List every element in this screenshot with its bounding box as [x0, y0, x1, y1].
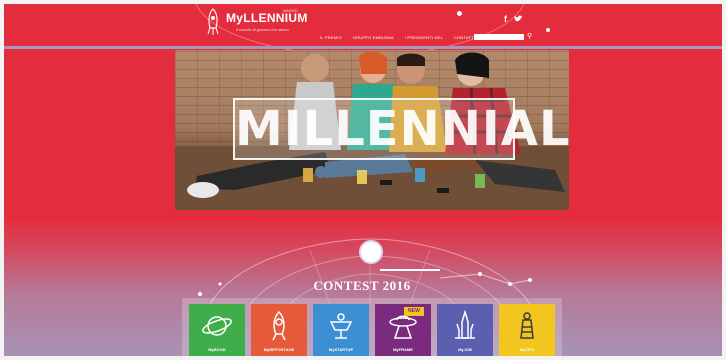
- logo-text[interactable]: MyLLENNIUM: [226, 11, 308, 25]
- contest-tile-mycity[interactable]: MyCITY: [499, 304, 555, 356]
- hero-banner: MILLENNIALS: [175, 50, 569, 210]
- site-header: MyLLENNIUM AWARD Il mondo di giovani che…: [4, 4, 722, 56]
- tile-label: MyREPORTAGE: [263, 347, 295, 352]
- facebook-icon[interactable]: f: [504, 14, 507, 24]
- contest-tile-myjob[interactable]: MyJOB: [437, 304, 493, 356]
- hero-title: MILLENNIALS: [233, 98, 569, 160]
- globe-icon: [359, 240, 383, 264]
- castle-icon: [455, 310, 475, 339]
- logo-tag: AWARD: [283, 8, 298, 13]
- tile-label: MyJOB: [458, 347, 472, 352]
- nav-item-contatti[interactable]: CONTATTI: [454, 35, 475, 40]
- twitter-icon[interactable]: [514, 15, 523, 23]
- lighthouse-icon: [520, 312, 534, 339]
- header-divider: [4, 46, 722, 49]
- contest-title: CONTEST 2016: [313, 278, 411, 293]
- nav-item-gruppo-emblema[interactable]: GRUPPO EMBLEMA: [353, 35, 394, 40]
- nav-item-premio[interactable]: IL PREMIO: [320, 35, 342, 40]
- main-nav: IL PREMIO GRUPPO EMBLEMA I PRESIDENTI DE…: [320, 35, 475, 40]
- tile-label: MyCITY: [519, 347, 535, 352]
- satellite-icon: [329, 313, 353, 339]
- contest-tile-mybook[interactable]: MyBOOK: [189, 304, 245, 356]
- constellation-dot: [546, 28, 550, 32]
- page: MyLLENNIUM AWARD Il mondo di giovani che…: [4, 4, 722, 356]
- contest-tile-myreportage[interactable]: MyREPORTAGE: [251, 304, 307, 356]
- search-input[interactable]: [474, 34, 524, 40]
- tile-label: MySTARTUP: [328, 347, 354, 352]
- book-planet-icon: [202, 316, 232, 336]
- contest-tile-mystartup[interactable]: MySTARTUP: [313, 304, 369, 356]
- search-icon[interactable]: ⚲: [527, 32, 532, 40]
- logo-subtitle: Il mondo di giovani che siamo: [236, 27, 289, 32]
- new-badge: NEW: [404, 307, 424, 316]
- constellation-dot: [457, 11, 462, 16]
- nav-item-presidenti[interactable]: I PRESIDENTI DEL: [405, 35, 443, 40]
- tile-label: MyBOOK: [208, 347, 226, 352]
- tile-label: MyFRAME: [393, 347, 413, 352]
- rocket-icon: [272, 310, 286, 341]
- logo-rocket-icon[interactable]: [206, 8, 220, 36]
